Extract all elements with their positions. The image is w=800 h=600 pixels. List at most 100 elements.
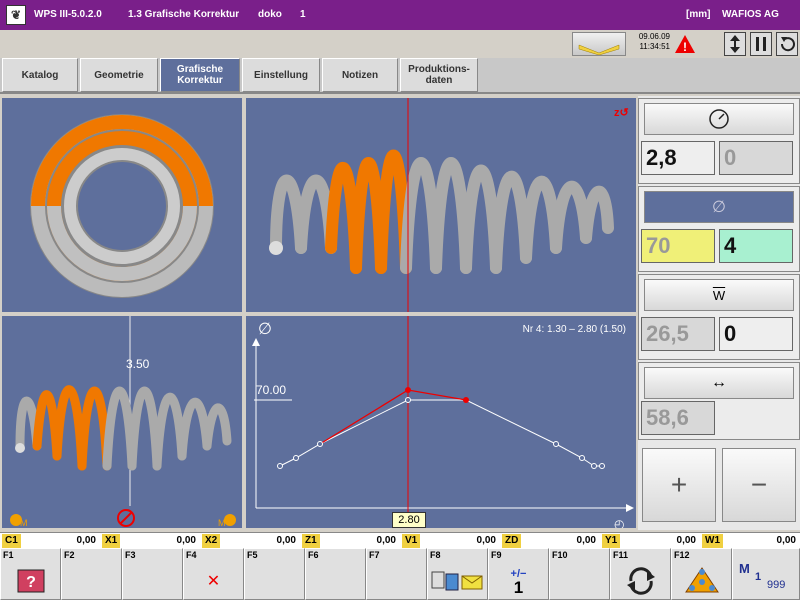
axis-zd: ZD 0,00 — [502, 534, 600, 548]
plus-button[interactable]: + — [642, 448, 716, 522]
diameter-icon: ∅ — [712, 199, 726, 216]
app-version: WPS III-5.0.2.0 — [34, 9, 102, 20]
wire-value-a[interactable]: 26,5 — [641, 317, 715, 351]
minus-button[interactable]: − — [722, 448, 796, 522]
pitch-value-a[interactable]: 2,8 — [641, 141, 715, 175]
help-icon: ? — [17, 569, 44, 593]
diameter-button[interactable]: ∅ — [644, 191, 794, 223]
clock-icon: ◴ — [614, 517, 624, 528]
datetime: 09.06.09 11:34:51 — [630, 32, 670, 52]
right-panel: 2,8 0 ∅ 70 4 W 26,5 0 ↔ 58,6 + − — [638, 96, 800, 530]
svg-text:!: ! — [683, 40, 687, 54]
left-right-arrow-icon: ↔ — [711, 374, 727, 391]
f4-button[interactable]: F4 ✕ — [183, 548, 244, 600]
graph-point-selected — [405, 387, 411, 393]
wire-button[interactable]: W — [644, 279, 794, 311]
no-entry-icon[interactable] — [117, 509, 135, 527]
length-value[interactable]: 58,6 — [641, 401, 715, 435]
expand-button[interactable] — [572, 32, 626, 56]
segment-info: Nr 4: 1.30 – 2.80 (1.50) — [523, 324, 626, 335]
svg-text:M: M — [218, 518, 226, 528]
spring-top-view-graphic — [30, 114, 214, 298]
delete-icon: ✕ — [206, 573, 221, 590]
diameter-value-b[interactable]: 4 — [719, 229, 793, 263]
zoom-icon[interactable]: z↺ — [614, 107, 629, 119]
f11-button[interactable]: F11 — [610, 548, 671, 600]
left-end-icon[interactable]: M — [10, 514, 28, 528]
pitch-value-b[interactable]: 0 — [719, 141, 793, 175]
axis-w1: W1 0,00 — [702, 534, 800, 548]
diameter-graph-svg[interactable]: ∅ 70.00 Nr 4: 1.30 – 2.80 (1.50) ◴ — [246, 316, 636, 531]
diameter-axis-icon: ∅ — [258, 321, 272, 338]
chevron-down-icon — [578, 44, 620, 56]
cycle-icon — [626, 567, 655, 595]
diameter-value-a[interactable]: 70 — [641, 229, 715, 263]
axis-v1: V1 0,00 — [402, 534, 500, 548]
f3-button[interactable]: F3 — [122, 548, 183, 600]
sort-button[interactable] — [724, 32, 746, 56]
f2-button[interactable]: F2 — [61, 548, 122, 600]
title-bar: ❦ WPS III-5.0.2.0 1.3 Grafische Korrektu… — [0, 0, 800, 30]
date-label: 09.06.09 — [638, 32, 670, 41]
wire-group: W 26,5 0 — [638, 274, 800, 360]
up-down-arrow-icon — [730, 35, 740, 53]
f9-button[interactable]: F9 +/− 1 — [488, 548, 549, 600]
tab-katalog[interactable]: Katalog — [2, 58, 78, 92]
svg-text:M: M — [20, 518, 28, 528]
tab-bar: Katalog Geometrie Grafische Korrektur Ei… — [0, 58, 800, 94]
spring-detail-view: 3.50 M M — [0, 314, 244, 530]
f5-button[interactable]: F5 — [244, 548, 305, 600]
tab-grafische-korrektur[interactable]: Grafische Korrektur — [160, 58, 240, 92]
graph-point — [277, 463, 283, 469]
pitch-button[interactable] — [644, 103, 794, 135]
axis-y1: Y1 0,00 — [602, 534, 700, 548]
tab-produktionsdaten[interactable]: Produktions- daten — [400, 58, 478, 92]
axis-c1: C1 0,00 — [2, 534, 100, 548]
pitch-marker-label: 3.50 — [126, 357, 150, 371]
wire-icon: W — [712, 287, 726, 303]
spring-side-view: z↺ — [244, 96, 638, 314]
refresh-button[interactable] — [776, 32, 798, 56]
refresh-icon — [780, 37, 795, 52]
right-end-icon[interactable]: M — [218, 514, 236, 528]
graph-point — [591, 463, 597, 469]
f10-button[interactable]: F10 — [549, 548, 610, 600]
f9-value: 1 — [513, 578, 524, 597]
axis-x1: X1 0,00 — [102, 534, 200, 548]
pause-icon — [756, 37, 766, 51]
unit-label: [mm] — [686, 9, 711, 20]
axis-z1: Z1 0,00 — [302, 534, 400, 548]
x-marker-label: 2.80 — [392, 512, 426, 528]
diameter-group: ∅ 70 4 — [638, 186, 800, 272]
axis-x2: X2 0,00 — [202, 534, 300, 548]
f6-button[interactable]: F6 — [305, 548, 366, 600]
f1-button[interactable]: F1 ? — [0, 548, 61, 600]
time-label: 11:34:51 — [639, 42, 670, 51]
graph-point — [579, 455, 585, 461]
m-label: M — [739, 561, 750, 576]
m-count-a: 1 — [755, 571, 762, 583]
f12-button[interactable]: F12 — [671, 548, 732, 600]
graph-point — [553, 441, 559, 447]
info-bar: ! — [0, 30, 800, 58]
spring-top-view — [0, 96, 244, 314]
graph-point — [463, 397, 469, 403]
m-count-b: 999 — [767, 579, 786, 591]
graph-point — [293, 455, 299, 461]
length-button[interactable]: ↔ — [644, 367, 794, 399]
tab-notizen[interactable]: Notizen — [322, 58, 398, 92]
tab-geometrie[interactable]: Geometrie — [80, 58, 158, 92]
svg-text:?: ? — [26, 574, 36, 591]
f7-button[interactable]: F7 — [366, 548, 427, 600]
graph-point — [405, 397, 411, 403]
warning-icon[interactable]: ! — [674, 34, 696, 54]
machine-count-button[interactable]: M 1 999 — [732, 548, 800, 600]
axis-bar: C1 0,00 X1 0,00 X2 0,00 Z1 0,00 V1 0,00 ZD 0,0… — [0, 532, 800, 548]
pause-button[interactable] — [750, 32, 772, 56]
length-group: ↔ 58,6 — [638, 362, 800, 440]
tab-einstellung[interactable]: Einstellung — [242, 58, 320, 92]
diameter-graph: ∅ 70.00 Nr 4: 1.30 – 2.80 (1.50) ◴ 2.80 — [244, 314, 638, 531]
f8-button[interactable]: F8 — [427, 548, 488, 600]
wire-value-b[interactable]: 0 — [719, 317, 793, 351]
network-icon — [684, 567, 719, 593]
